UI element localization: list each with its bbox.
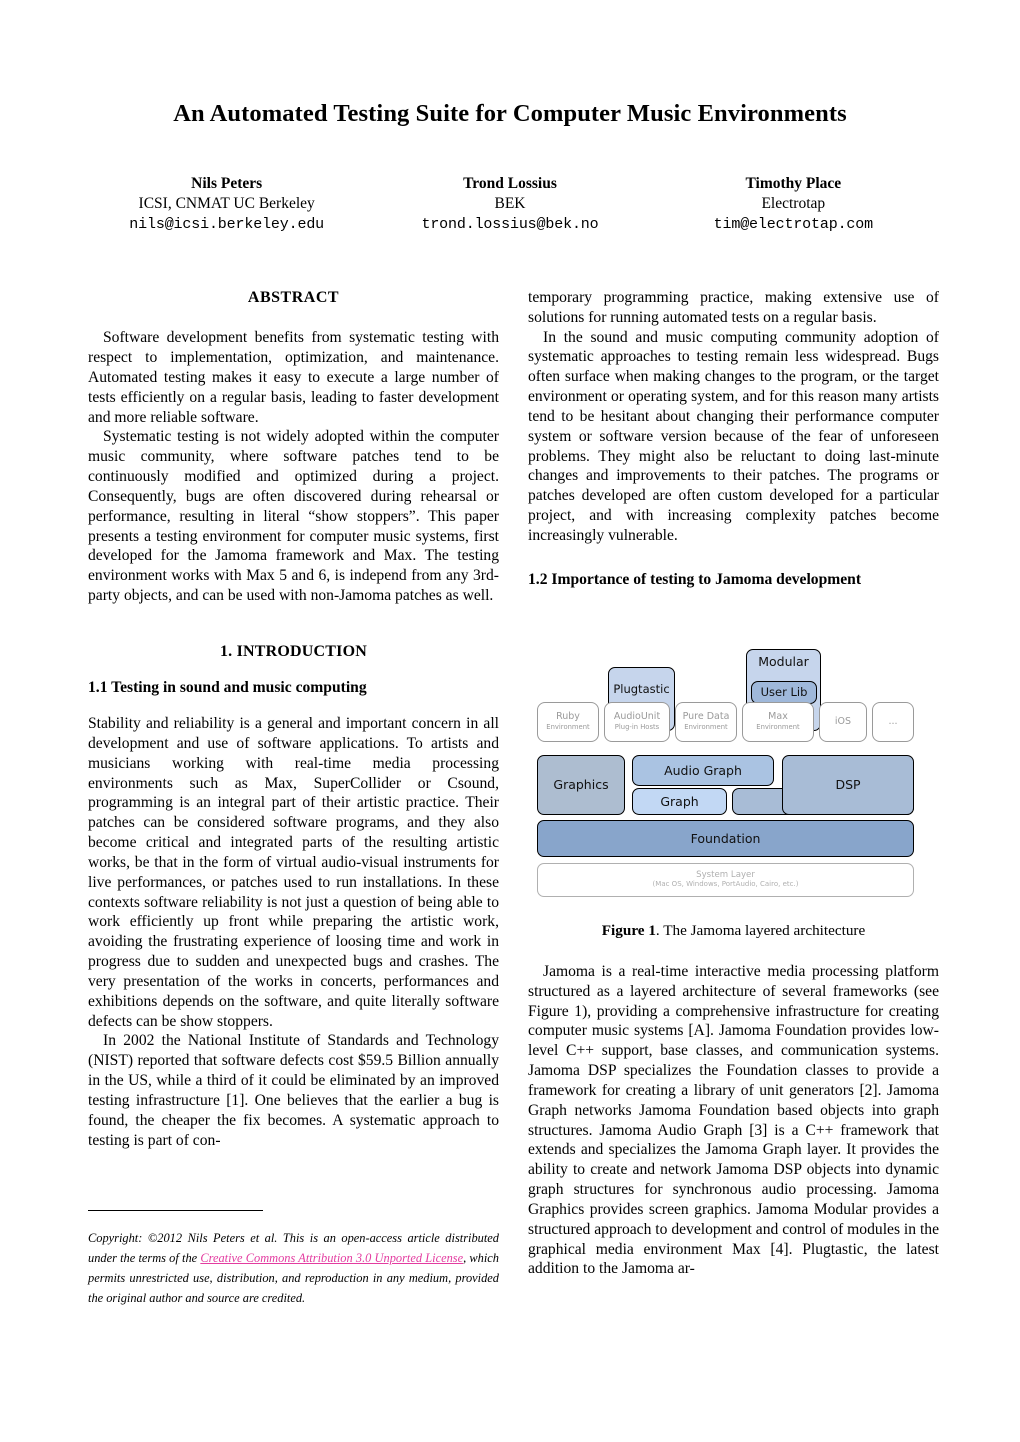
figure-box-audio-graph-label: Audio Graph	[664, 762, 742, 778]
author-entry: Timothy Place Electrotap tim@electrotap.…	[652, 174, 935, 235]
author-entry: Trond Lossius BEK trond.lossius@bek.no	[368, 174, 651, 235]
figure-env-name: Pure Data	[682, 711, 730, 723]
copyright-notice: Copyright: ©2012 Nils Peters et al. This…	[88, 1228, 499, 1308]
right-column-lower: Jamoma is a real-time interactive media …	[528, 962, 939, 1279]
figure-box-graphics-label: Graphics	[553, 777, 609, 792]
body-paragraph: In 2002 the National Institute of Standa…	[88, 1032, 499, 1149]
figure-env-name: Ruby	[556, 711, 580, 723]
right-column: temporary programming practice, making e…	[528, 288, 939, 590]
left-column: ABSTRACT Software development benefits f…	[88, 288, 499, 1150]
creative-commons-license-link[interactable]: Creative Commons Attribution 3.0 Unporte…	[200, 1251, 463, 1265]
abstract-paragraph: Software development benefits from syste…	[88, 329, 499, 426]
figure-box-modular-label: Modular	[758, 654, 809, 669]
figure-box-environment: Pure Data Environment	[675, 702, 737, 742]
footnote-divider	[88, 1210, 263, 1211]
figure-system-layer-name: System Layer	[696, 869, 755, 880]
figure-box-environment: AudioUnit Plug-in Hosts	[604, 702, 670, 742]
figure-env-name: AudioUnit	[613, 711, 661, 723]
abstract-heading: ABSTRACT	[247, 289, 340, 306]
figure-box-environment: iOS	[819, 702, 867, 742]
figure-env-name: iOS	[834, 715, 852, 727]
figure-system-layer-sub: (Mac OS, Windows, PortAudio, Cairo, etc.…	[652, 880, 799, 889]
subsection-heading-1-1: 1.1 Testing in sound and music computing	[88, 679, 367, 697]
figure-box-environment: ...	[872, 702, 914, 742]
figure-box-dsp-label: DSP	[835, 777, 861, 792]
page-title: An Automated Testing Suite for Computer …	[173, 100, 847, 127]
author-name: Trond Lossius	[463, 175, 557, 192]
figure-env-sub: Environment	[756, 723, 800, 731]
figure-box-graph-label: Graph	[660, 793, 699, 809]
figure-env-name: Max	[768, 711, 788, 723]
figure-box-plugtastic-label: Plugtastic	[613, 682, 670, 696]
author-affiliation: ICSI, CNMAT UC Berkeley	[138, 195, 315, 213]
figure-1-diagram: Modular User Lib Plugtastic Ruby Environ…	[533, 645, 933, 903]
figure-env-sub: Plug-in Hosts	[614, 723, 660, 731]
body-paragraph: In the sound and music computing communi…	[528, 328, 939, 544]
author-entry: Nils Peters ICSI, CNMAT UC Berkeley nils…	[85, 174, 368, 235]
figure-env-name: ...	[888, 715, 898, 727]
paper-page: An Automated Testing Suite for Computer …	[0, 0, 1020, 1442]
figure-box-system-layer: System Layer (Mac OS, Windows, PortAudio…	[537, 863, 914, 897]
figure-box-user-lib: User Lib	[751, 681, 817, 704]
author-email: trond.lossius@bek.no	[421, 215, 599, 233]
body-paragraph: temporary programming practice, making e…	[528, 289, 939, 326]
figure-1-caption: Figure 1. The Jamoma layered architectur…	[528, 922, 939, 940]
author-email: nils@icsi.berkeley.edu	[129, 215, 325, 233]
body-paragraph: Jamoma is a real-time interactive media …	[528, 963, 939, 1278]
body-paragraph: Stability and reliability is a general a…	[88, 715, 499, 1030]
figure-env-sub: Environment	[684, 723, 728, 731]
author-affiliation: BEK	[494, 195, 526, 213]
figure-box-dsp-main: DSP	[782, 755, 914, 815]
author-name: Nils Peters	[191, 175, 263, 192]
figure-box-user-lib-label: User Lib	[760, 685, 808, 700]
author-name: Timothy Place	[745, 175, 842, 192]
figure-box-foundation: Foundation	[537, 820, 914, 857]
author-affiliation: Electrotap	[761, 195, 826, 213]
subsection-heading-1-2: 1.2 Importance of testing to Jamoma deve…	[528, 570, 862, 588]
figure-env-sub: Environment	[546, 723, 590, 731]
figure-box-graph: Graph	[632, 788, 727, 815]
figure-box-audio-graph: Audio Graph	[632, 755, 774, 786]
figure-caption-label: Figure 1	[601, 922, 656, 939]
figure-box-environment: Max Environment	[742, 702, 814, 742]
figure-box-graphics: Graphics	[537, 755, 625, 815]
author-email: tim@electrotap.com	[713, 215, 873, 233]
figure-caption-text: . The Jamoma layered architecture	[655, 922, 866, 939]
figure-box-foundation-label: Foundation	[690, 830, 761, 846]
section-heading-introduction: 1. INTRODUCTION	[219, 642, 367, 660]
abstract-paragraph: Systematic testing is not widely adopted…	[88, 428, 499, 605]
author-block: Nils Peters ICSI, CNMAT UC Berkeley nils…	[85, 174, 935, 235]
figure-box-environment: Ruby Environment	[537, 702, 599, 742]
